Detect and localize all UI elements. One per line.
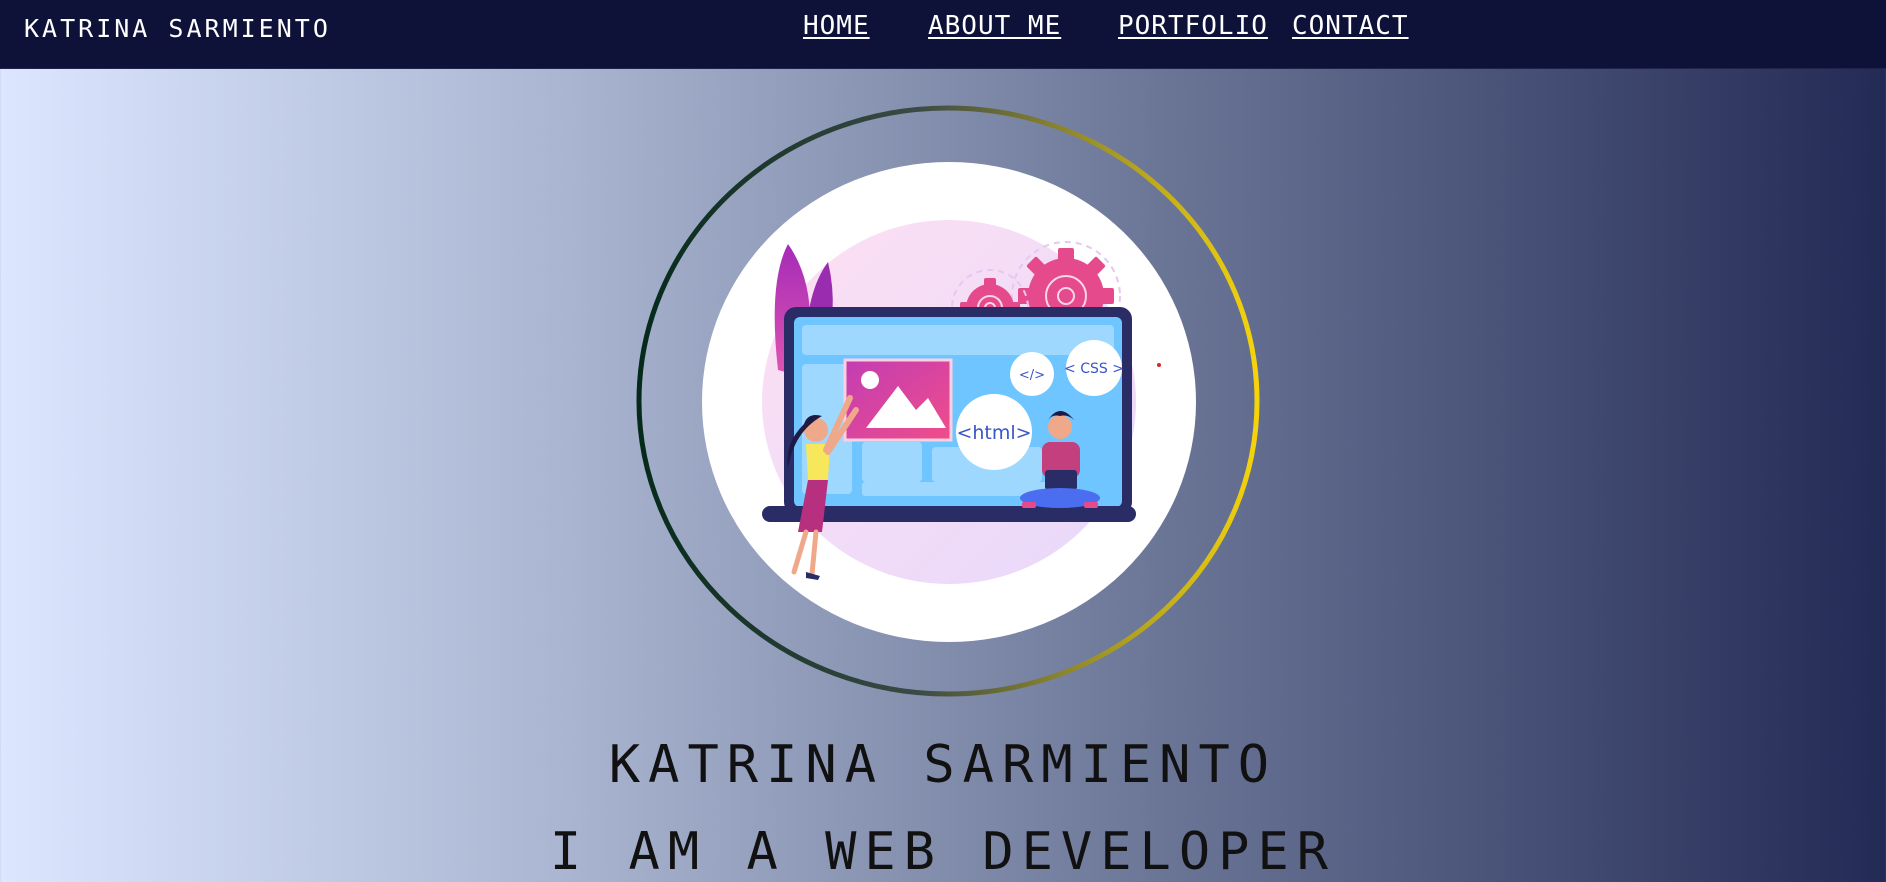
brand-first-name: Katrina — [24, 14, 151, 43]
code-badge: </> — [1010, 352, 1054, 396]
svg-text:</>: </> — [1019, 368, 1045, 383]
hero-role-suffix: Developer — [982, 822, 1337, 882]
nav-about-link[interactable]: About Me — [928, 11, 1061, 41]
brand-last-name: Sarmiento — [168, 14, 331, 43]
hero-first-name: Katrina — [608, 735, 885, 795]
hero-name-heading: Katrina Sarmiento — [0, 735, 1886, 795]
hero-role-heading: I am a web Developer — [0, 822, 1886, 882]
brand-logo-text[interactable]: Katrina Sarmiento — [24, 14, 331, 43]
html-badge: <html> — [956, 394, 1032, 470]
top-navbar: Katrina Sarmiento Home About Me Portfoli… — [0, 0, 1886, 69]
profile-illustration: <html> </> < CSS > — [702, 162, 1196, 642]
nav-home-link[interactable]: Home — [803, 11, 870, 41]
web-developer-illustration: <html> </> < CSS > — [762, 220, 1136, 584]
nav-contact-link[interactable]: Contact — [1292, 11, 1409, 41]
cursor-dot — [1157, 363, 1161, 367]
hero-role-prefix: I am a web — [549, 822, 943, 882]
hero-last-name: Sarmiento — [923, 735, 1278, 795]
svg-text:<html>: <html> — [956, 422, 1031, 444]
svg-text:< CSS >: < CSS > — [1064, 361, 1124, 377]
nav-portfolio-link[interactable]: Portfolio — [1118, 11, 1268, 41]
